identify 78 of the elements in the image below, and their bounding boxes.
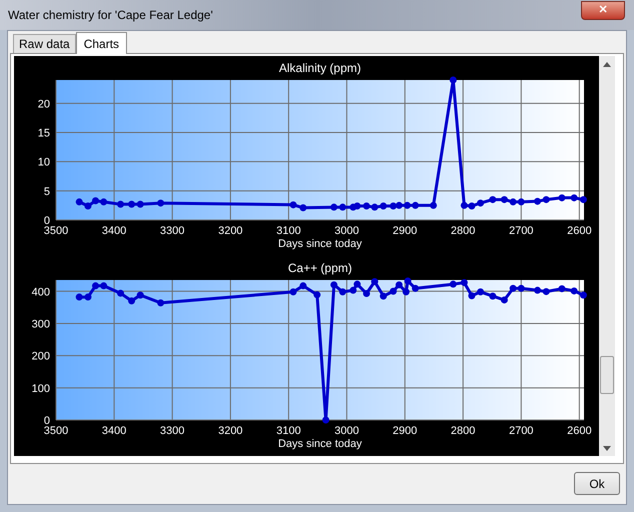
x-tick-label: 3200 [218,425,243,437]
x-axis-label: Days since today [278,238,362,250]
data-point [580,292,587,299]
data-point [157,299,164,306]
data-point [300,204,307,212]
x-tick-label: 3300 [160,225,185,237]
data-point [500,296,508,304]
chart-title: Alkalinity (ppm) [278,61,362,75]
data-point [430,202,437,209]
chart-title: Ca++ (ppm) [288,261,352,275]
data-point [322,416,330,424]
x-tick-label: 3100 [276,425,301,437]
data-point [468,292,476,300]
data-point [300,282,307,290]
x-tick-label: 3300 [160,425,185,437]
x-axis-label: Days since today [278,438,362,450]
data-point [314,291,321,298]
ok-button[interactable]: Ok [574,472,620,495]
data-point [542,196,550,204]
data-point [330,204,338,211]
x-tick-label: 2600 [567,425,592,437]
tab[interactable]: Charts [76,32,128,54]
x-tick-label: 2800 [450,225,476,237]
data-point [450,280,457,288]
x-tick-label: 2900 [392,225,418,237]
y-tick-label: 5 [44,186,50,198]
y-tick-label: 200 [32,350,50,363]
data-point [534,286,541,294]
data-point [339,288,346,296]
data-point [570,287,578,294]
x-tick-label: 3100 [276,225,301,237]
window-title: Water chemistry for 'Cape Fear Ledge' [8,7,213,24]
data-point [500,196,508,204]
x-tick-label: 3000 [334,425,359,437]
y-tick-label: 15 [38,128,50,140]
data-point [477,200,484,207]
y-tick-label: 0 [44,215,50,227]
y-tick-label: 300 [32,318,50,330]
x-tick-label: 3500 [44,425,68,437]
data-point [117,200,124,208]
data-point [460,279,468,286]
data-point [477,288,484,296]
data-point [363,290,370,298]
data-point [380,292,387,300]
tab[interactable]: Raw data [13,34,76,53]
x-tick-label: 2900 [392,425,418,437]
x-tick-label: 3400 [102,425,126,437]
x-tick-label: 3000 [334,225,359,237]
x-tick-label: 2800 [450,425,476,437]
data-point [580,196,587,204]
scrollbar[interactable] [599,56,615,456]
data-point [290,288,297,296]
y-tick-label: 20 [38,98,50,110]
y-tick-label: 400 [32,286,50,298]
data-point [542,288,550,296]
x-tick-label: 3500 [44,225,68,237]
data-point [489,292,496,300]
data-point [117,290,124,297]
data-point [570,194,578,202]
x-tick-label: 2700 [508,225,534,237]
scroll-thumb[interactable] [600,356,614,394]
x-tick-label: 2700 [508,425,534,437]
data-point [489,196,496,204]
data-point [450,76,457,84]
x-tick-label: 3200 [218,225,243,237]
y-tick-label: 100 [32,382,50,395]
x-tick-label: 2600 [567,225,592,237]
data-point [534,198,541,205]
data-point [339,204,346,211]
data-point [558,285,566,292]
data-point [558,194,566,202]
y-tick-label: 0 [44,415,50,427]
data-point [371,278,378,286]
data-point [157,200,164,207]
data-point [290,201,297,208]
y-tick-label: 10 [38,156,50,169]
data-point [330,281,338,288]
x-tick-label: 3400 [102,225,126,237]
